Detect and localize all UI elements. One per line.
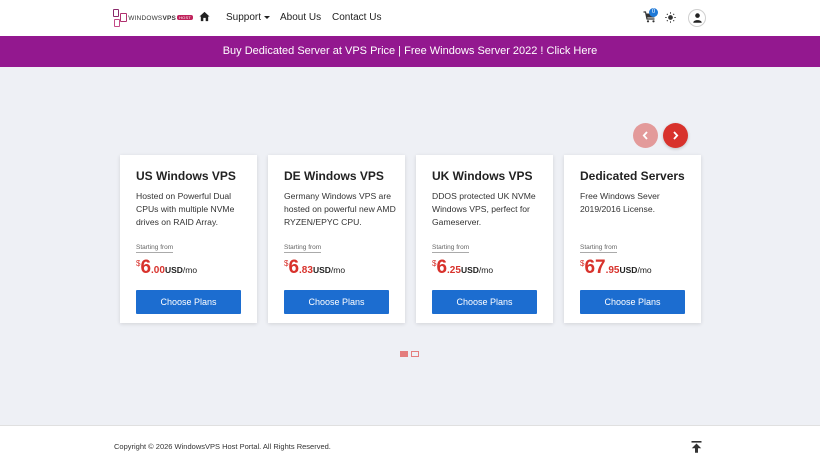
plan-card-uk-windows-vps: UK Windows VPS DDOS protected UK NVMe Wi… bbox=[416, 155, 553, 323]
plan-description: Germany Windows VPS are hosted on powerf… bbox=[284, 191, 396, 227]
plan-price: $6.83USD/mo bbox=[284, 257, 346, 278]
starting-from-label: Starting from bbox=[136, 244, 174, 253]
sun-icon[interactable] bbox=[665, 12, 676, 23]
plan-price: $6.00USD/mo bbox=[136, 257, 198, 278]
caret-down-icon bbox=[264, 15, 271, 19]
choose-plans-button[interactable]: Choose Plans bbox=[284, 290, 389, 314]
page-footer: Copyright © 2026 WindowsVPS Host Portal.… bbox=[0, 425, 820, 461]
plan-price: $67.95USD/mo bbox=[580, 257, 652, 278]
plan-card-us-windows-vps: US Windows VPS Hosted on Powerful Dual C… bbox=[120, 155, 257, 323]
choose-plans-button[interactable]: Choose Plans bbox=[136, 290, 241, 314]
logo-text: WINDOWSVPS HOST bbox=[128, 14, 193, 22]
plan-description: Hosted on Powerful Dual CPUs with multip… bbox=[136, 191, 235, 227]
logo-icon bbox=[113, 9, 127, 27]
carousel-next-button[interactable] bbox=[663, 123, 688, 148]
logo-badge: HOST bbox=[177, 15, 193, 21]
carousel-dot-2[interactable] bbox=[411, 351, 419, 357]
starting-from-label: Starting from bbox=[284, 244, 322, 253]
arrow-up-to-line-icon[interactable] bbox=[691, 441, 702, 453]
cart-count-badge: 0 bbox=[649, 8, 658, 17]
choose-plans-button[interactable]: Choose Plans bbox=[580, 290, 685, 314]
starting-from-label: Starting from bbox=[580, 244, 618, 253]
plan-title: US Windows VPS bbox=[136, 169, 236, 183]
plan-title: Dedicated Servers bbox=[580, 169, 685, 183]
chevron-left-icon bbox=[642, 131, 648, 140]
nav-support-dropdown[interactable]: Support bbox=[226, 12, 271, 23]
top-navbar: WINDOWSVPS HOST Support About Us Contact … bbox=[0, 0, 820, 36]
plan-description: Free Windows Sever 2019/2016 License. bbox=[580, 191, 660, 214]
plan-card-dedicated-servers: Dedicated Servers Free Windows Sever 201… bbox=[564, 155, 701, 323]
home-icon[interactable] bbox=[199, 11, 210, 22]
nav-about-us[interactable]: About Us bbox=[280, 12, 321, 23]
user-icon bbox=[693, 13, 702, 23]
chevron-right-icon bbox=[673, 131, 679, 140]
account-button[interactable] bbox=[688, 9, 706, 27]
plan-card-de-windows-vps: DE Windows VPS Germany Windows VPS are h… bbox=[268, 155, 405, 323]
nav-contact-us[interactable]: Contact Us bbox=[332, 12, 381, 23]
nav-support-label: Support bbox=[226, 12, 262, 23]
plan-price: $6.25USD/mo bbox=[432, 257, 494, 278]
site-logo[interactable]: WINDOWSVPS HOST bbox=[113, 9, 193, 27]
copyright-text: Copyright © 2026 WindowsVPS Host Portal.… bbox=[114, 442, 331, 451]
carousel-dot-1[interactable] bbox=[400, 351, 408, 357]
carousel-prev-button[interactable] bbox=[633, 123, 658, 148]
plan-description: DDOS protected UK NVMe Windows VPS, perf… bbox=[432, 191, 536, 227]
choose-plans-button[interactable]: Choose Plans bbox=[432, 290, 537, 314]
promo-banner-link[interactable]: Buy Dedicated Server at VPS Price | Free… bbox=[0, 36, 820, 67]
plan-title: DE Windows VPS bbox=[284, 169, 384, 183]
plan-title: UK Windows VPS bbox=[432, 169, 533, 183]
starting-from-label: Starting from bbox=[432, 244, 470, 253]
